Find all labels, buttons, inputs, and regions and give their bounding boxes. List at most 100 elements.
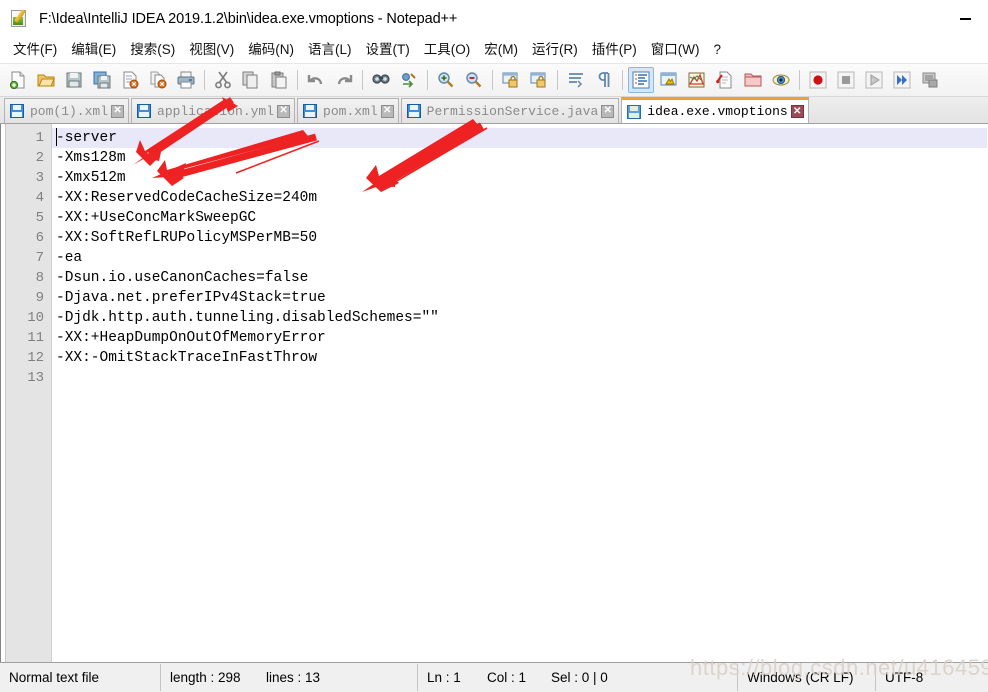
menu-edit[interactable]: 编辑(E) (64, 40, 123, 61)
status-col: Col : 1 (487, 670, 527, 685)
indent-guideline-icon[interactable] (628, 67, 654, 93)
code-line[interactable]: -server (52, 128, 987, 148)
code-text[interactable]: -server -Xms128m -Xmx512m -XX:ReservedCo… (52, 124, 987, 662)
notepad-plus-plus-icon (10, 9, 30, 29)
copy-icon[interactable] (238, 67, 264, 93)
menu-tools[interactable]: 工具(O) (417, 40, 478, 61)
code-line[interactable]: -Dsun.io.useCanonCaches=false (52, 268, 987, 288)
document-map-icon[interactable] (684, 67, 710, 93)
window-controls (942, 0, 988, 38)
code-line[interactable]: -Xms128m (52, 148, 987, 168)
code-line[interactable]: -XX:+HeapDumpOnOutOfMemoryError (52, 328, 987, 348)
zoom-in-icon[interactable] (433, 67, 459, 93)
folder-as-workspace-icon[interactable] (740, 67, 766, 93)
menu-search[interactable]: 搜索(S) (123, 40, 182, 61)
status-bar: Normal text file length : 298 lines : 13… (0, 662, 988, 692)
code-line[interactable]: -XX:SoftRefLRUPolicyMSPerMB=50 (52, 228, 987, 248)
menu-window[interactable]: 窗口(W) (644, 40, 707, 61)
toolbar-separator (557, 70, 558, 90)
tab-pom-1-xml[interactable]: pom(1).xml ✕ (4, 98, 130, 123)
play-macro-icon[interactable] (861, 67, 887, 93)
record-macro-icon[interactable] (805, 67, 831, 93)
sync-vertical-scroll-icon[interactable] (498, 67, 524, 93)
minimize-button[interactable] (942, 0, 988, 38)
line-number: 9 (35, 290, 44, 306)
user-defined-language-icon[interactable] (656, 67, 682, 93)
save-icon[interactable] (61, 67, 87, 93)
print-icon[interactable] (173, 67, 199, 93)
status-ln: Ln : 1 (427, 670, 461, 685)
menu-encoding[interactable]: 编码(N) (241, 40, 301, 61)
save-all-icon[interactable] (89, 67, 115, 93)
menu-macro[interactable]: 宏(M) (477, 40, 525, 61)
sync-horizontal-scroll-icon[interactable] (526, 67, 552, 93)
editor-area[interactable]: 1 2 3 4 5 6 7 8 9 10 11 12 13 -server -X… (0, 124, 988, 662)
stop-macro-icon[interactable] (833, 67, 859, 93)
replace-icon[interactable] (396, 67, 422, 93)
toolbar-separator (362, 70, 363, 90)
code-line[interactable]: -Djava.net.preferIPv4Stack=true (52, 288, 987, 308)
window-title: F:\Idea\IntelliJ IDEA 2019.1.2\bin\idea.… (39, 11, 458, 27)
line-number: 3 (35, 170, 44, 186)
paste-icon[interactable] (266, 67, 292, 93)
line-number: 5 (35, 210, 44, 226)
toolbar-separator (799, 70, 800, 90)
status-length: length : 298 (170, 670, 241, 685)
open-file-icon[interactable] (33, 67, 59, 93)
undo-icon[interactable] (303, 67, 329, 93)
menu-settings[interactable]: 设置(T) (359, 40, 417, 61)
redo-icon[interactable] (331, 67, 357, 93)
tab-permissionservice-java[interactable]: PermissionService.java ✕ (400, 98, 620, 123)
document-tab-bar: pom(1).xml ✕ application.yml ✕ pom.xml ✕… (0, 97, 988, 124)
saved-file-icon (137, 104, 152, 118)
close-file-icon[interactable] (117, 67, 143, 93)
close-all-icon[interactable] (145, 67, 171, 93)
menu-run[interactable]: 运行(R) (525, 40, 585, 61)
monitoring-icon[interactable] (768, 67, 794, 93)
toolbar-separator (427, 70, 428, 90)
status-eol: Windows (CR LF) (747, 670, 854, 685)
new-file-icon[interactable] (5, 67, 31, 93)
status-lines: lines : 13 (266, 670, 321, 685)
cut-icon[interactable] (210, 67, 236, 93)
code-line[interactable]: -XX:+UseConcMarkSweepGC (52, 208, 987, 228)
toolbar (0, 64, 988, 97)
tab-pom-xml[interactable]: pom.xml ✕ (297, 98, 399, 123)
menu-language[interactable]: 语言(L) (301, 40, 359, 61)
menu-file[interactable]: 文件(F) (6, 40, 64, 61)
line-number-gutter: 1 2 3 4 5 6 7 8 9 10 11 12 13 (6, 124, 52, 662)
tab-label: application.yml (157, 103, 275, 119)
word-wrap-icon[interactable] (563, 67, 589, 93)
code-line[interactable]: -Xmx512m (52, 168, 987, 188)
tab-close-icon[interactable]: ✕ (380, 104, 394, 118)
code-line[interactable]: -ea (52, 248, 987, 268)
find-icon[interactable] (368, 67, 394, 93)
zoom-out-icon[interactable] (461, 67, 487, 93)
tab-close-icon[interactable]: ✕ (277, 104, 291, 118)
tab-close-icon[interactable]: ✕ (601, 104, 615, 118)
toolbar-separator (297, 70, 298, 90)
show-all-characters-icon[interactable] (591, 67, 617, 93)
menu-help[interactable]: ? (706, 40, 728, 61)
notepadpp-window: F:\Idea\IntelliJ IDEA 2019.1.2\bin\idea.… (0, 0, 988, 692)
run-macro-multiple-icon[interactable] (889, 67, 915, 93)
minimize-icon (959, 18, 971, 20)
tab-idea-exe-vmoptions[interactable]: idea.exe.vmoptions ✕ (621, 97, 809, 123)
run-icon[interactable] (917, 67, 943, 93)
code-line[interactable]: -XX:-OmitStackTraceInFastThrow (52, 348, 987, 368)
code-line[interactable]: -XX:ReservedCodeCacheSize=240m (52, 188, 987, 208)
tab-close-icon[interactable]: ✕ (790, 105, 804, 118)
function-list-icon[interactable] (712, 67, 738, 93)
code-line[interactable]: -Djdk.http.auth.tunneling.disabledScheme… (52, 308, 987, 328)
menu-plugins[interactable]: 插件(P) (585, 40, 644, 61)
toolbar-separator (492, 70, 493, 90)
text-caret (56, 128, 57, 146)
tab-application-yml[interactable]: application.yml ✕ (131, 98, 296, 123)
line-number: 6 (35, 230, 44, 246)
code-line[interactable] (52, 368, 987, 388)
toolbar-separator (622, 70, 623, 90)
menu-view[interactable]: 视图(V) (182, 40, 241, 61)
status-sel: Sel : 0 | 0 (551, 670, 608, 685)
saved-file-icon (406, 104, 421, 118)
tab-close-icon[interactable]: ✕ (111, 104, 125, 118)
